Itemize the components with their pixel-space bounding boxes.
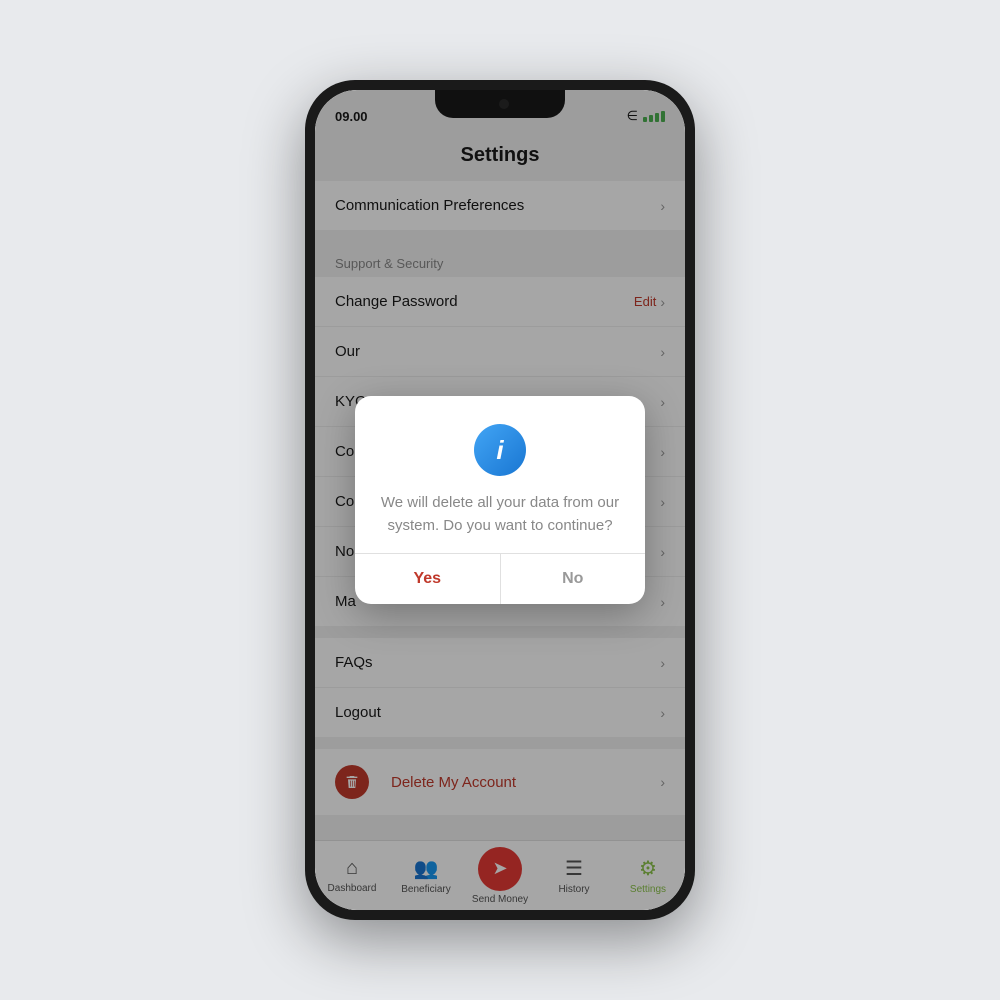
dialog-yes-button[interactable]: Yes: [355, 554, 501, 604]
dialog-overlay: i We will delete all your data from our …: [315, 90, 685, 910]
confirm-dialog: i We will delete all your data from our …: [355, 396, 645, 604]
dialog-body: i We will delete all your data from our …: [355, 396, 645, 553]
dialog-no-button[interactable]: No: [501, 554, 646, 604]
phone-frame: 09.00 ∈ Settings Communication Preferenc…: [305, 80, 695, 920]
dialog-message: We will delete all your data from our sy…: [379, 492, 621, 537]
phone-screen: 09.00 ∈ Settings Communication Preferenc…: [315, 90, 685, 910]
dialog-icon-label: i: [496, 435, 503, 466]
dialog-actions: Yes No: [355, 553, 645, 604]
dialog-info-icon: i: [474, 424, 526, 476]
